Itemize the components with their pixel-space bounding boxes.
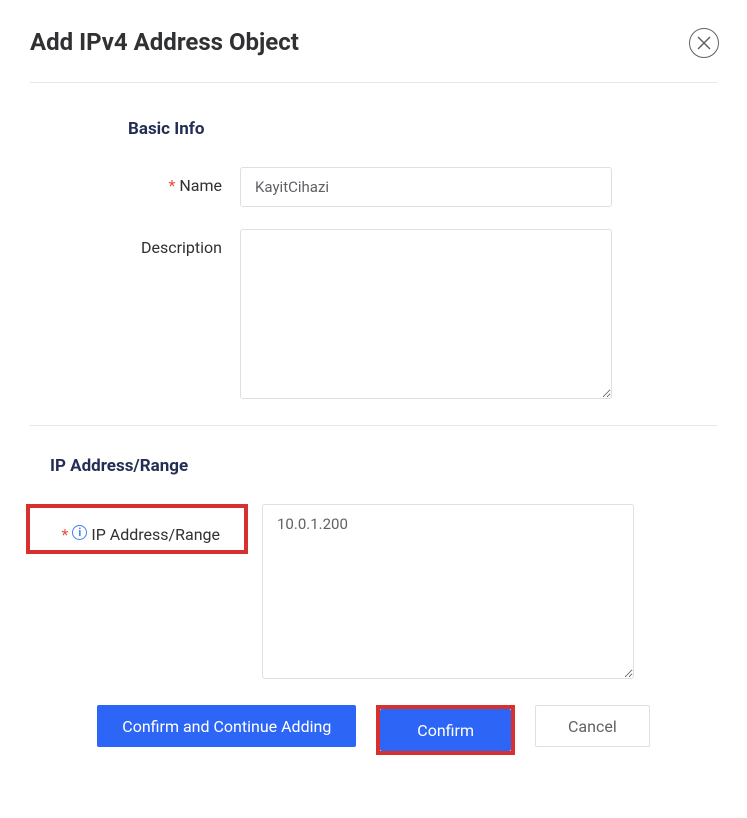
info-icon[interactable]: i: [72, 525, 87, 540]
row-description: Description: [30, 229, 717, 403]
divider: [30, 425, 717, 426]
confirm-continue-button[interactable]: Confirm and Continue Adding: [97, 705, 356, 747]
row-name: *Name: [30, 167, 717, 207]
confirm-button[interactable]: Confirm: [380, 709, 511, 751]
label-name: *Name: [30, 167, 240, 195]
ip-textarea[interactable]: [262, 504, 634, 679]
close-icon: [697, 36, 711, 50]
close-button[interactable]: [689, 28, 719, 58]
label-ip: * i IP Address/Range: [34, 514, 238, 544]
add-ipv4-dialog: Add IPv4 Address Object Basic Info *Name…: [0, 0, 747, 818]
description-textarea[interactable]: [240, 229, 612, 399]
required-mark: *: [61, 525, 68, 544]
label-ip-text: IP Address/Range: [91, 525, 220, 544]
name-input[interactable]: [240, 167, 612, 207]
dialog-header: Add IPv4 Address Object: [30, 28, 717, 56]
section-title-basic: Basic Info: [128, 119, 717, 139]
label-description: Description: [30, 229, 240, 257]
required-mark: *: [168, 176, 175, 195]
dialog-title: Add IPv4 Address Object: [30, 28, 717, 56]
section-title-iprange: IP Address/Range: [50, 456, 717, 476]
highlight-ip-field: * i IP Address/Range: [26, 504, 248, 554]
row-ip: * i IP Address/Range: [30, 504, 717, 683]
button-row: Confirm and Continue Adding Confirm Canc…: [30, 705, 717, 755]
label-name-text: Name: [179, 176, 222, 195]
cancel-button[interactable]: Cancel: [535, 705, 650, 747]
highlight-confirm: Confirm: [376, 705, 515, 755]
divider: [30, 82, 717, 83]
